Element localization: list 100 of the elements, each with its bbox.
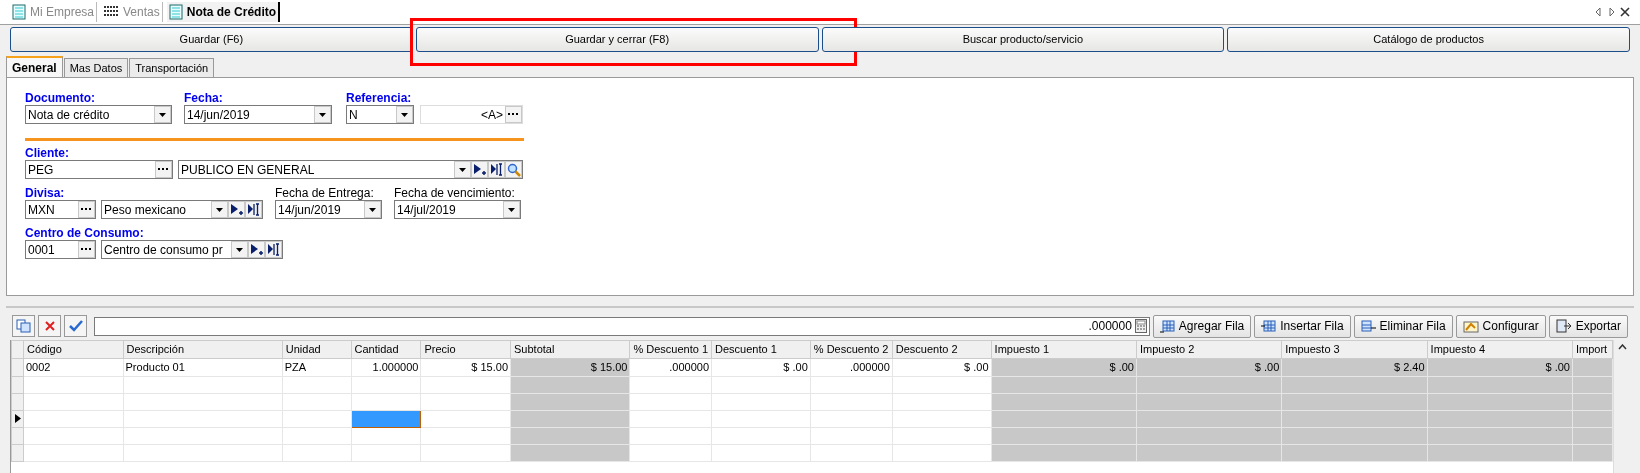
dropdown-field[interactable]: 14/jul/2019: [394, 200, 521, 219]
grid-add-icon: [1159, 319, 1175, 333]
form-icon: [12, 4, 26, 20]
dropdown-arrow-icon: [216, 207, 223, 212]
field-label: Fecha:: [184, 92, 224, 105]
column-header[interactable]: Impuesto 2: [1136, 340, 1282, 359]
ellipsis-icon: [81, 208, 92, 211]
field-label: Referencia:: [346, 92, 413, 105]
delete-button[interactable]: [38, 315, 61, 337]
confirm-button[interactable]: [64, 315, 87, 337]
column-header[interactable]: Unidad: [282, 340, 352, 359]
field-label: Documento:: [25, 92, 96, 105]
form-icon: [168, 4, 183, 20]
tab[interactable]: Transportación: [129, 58, 215, 77]
field-label: Fecha de Entrega:: [275, 187, 375, 200]
current-row-icon: [15, 414, 21, 423]
grid-toolbar-button[interactable]: Agregar Fila: [1152, 314, 1252, 338]
browse-button[interactable]: [505, 106, 522, 123]
column-header[interactable]: Código: [23, 340, 124, 359]
calculator-icon[interactable]: [1134, 319, 1147, 333]
dropdown-button[interactable]: [231, 241, 248, 258]
select-button[interactable]: [265, 241, 282, 258]
field-label: Centro de Consumo:: [25, 227, 145, 240]
search-button[interactable]: [505, 161, 522, 178]
column-header[interactable]: % Descuento 1: [629, 340, 712, 359]
action-button[interactable]: Guardar y cerrar (F8): [415, 27, 819, 52]
document-tab[interactable]: Mi Empresa: [10, 2, 97, 22]
close-icon[interactable]: [1620, 7, 1630, 17]
dropdown-field[interactable]: N: [346, 105, 414, 124]
ellipsis-icon: [81, 248, 92, 251]
column-header[interactable]: Impuesto 3: [1281, 340, 1428, 359]
consumption-center-field[interactable]: Centro de consumo pr: [101, 240, 283, 259]
scroll-left-icon[interactable]: [1594, 7, 1602, 17]
dropdown-field[interactable]: Nota de crédito: [25, 105, 172, 124]
dropdown-arrow-icon: [401, 112, 408, 117]
tab[interactable]: Mas Datos: [63, 58, 129, 77]
grid-remove-icon: [1360, 319, 1376, 333]
action-button[interactable]: Buscar producto/servicio: [821, 27, 1225, 52]
column-header[interactable]: Impuesto 1: [991, 340, 1137, 359]
select-button[interactable]: [488, 161, 505, 178]
reference-field[interactable]: <A>: [420, 105, 523, 124]
export-icon: [1555, 318, 1572, 334]
field-label: Cliente:: [25, 147, 70, 160]
browse-button[interactable]: [78, 201, 95, 218]
ellipsis-icon: [508, 113, 519, 116]
document-tab[interactable]: Nota de Crédito: [166, 2, 281, 22]
dropdown-arrow-icon: [159, 112, 166, 117]
column-header[interactable]: Import: [1572, 340, 1613, 359]
dropdown-arrow-icon: [459, 167, 466, 172]
column-header[interactable]: Descuento 2: [892, 340, 992, 359]
column-header[interactable]: Impuesto 4: [1427, 340, 1573, 359]
dropdown-button[interactable]: [211, 201, 228, 218]
column-header[interactable]: Subtotal: [510, 340, 630, 359]
select-icon: [267, 243, 280, 256]
tab[interactable]: General: [6, 56, 63, 77]
dropdown-button[interactable]: [154, 106, 171, 123]
close-icon: [44, 321, 55, 331]
copy-button[interactable]: [12, 315, 35, 337]
select-button[interactable]: [245, 201, 262, 218]
grid-insert-icon: [1261, 319, 1277, 333]
grid-toolbar-button[interactable]: Insertar Fila: [1254, 314, 1351, 338]
grid-toolbar-button[interactable]: Exportar: [1548, 314, 1628, 338]
field-label: Divisa:: [25, 187, 66, 200]
check-icon: [68, 320, 83, 332]
settings-icon: [1462, 319, 1479, 333]
column-header[interactable]: % Descuento 2: [810, 340, 893, 359]
dropdown-field[interactable]: 14/jun/2019: [275, 200, 382, 219]
dropdown-button[interactable]: [396, 106, 413, 123]
search-icon: [506, 162, 521, 177]
column-header[interactable]: Descripción: [123, 340, 283, 359]
field-label: Fecha de vencimiento:: [394, 187, 516, 200]
document-tab[interactable]: Ventas: [101, 2, 163, 22]
list-icon: [103, 5, 119, 19]
lookup-field[interactable]: MXN: [25, 200, 96, 219]
client-name-field[interactable]: PUBLICO EN GENERAL: [178, 160, 523, 179]
select-icon: [247, 203, 260, 216]
browse-button[interactable]: [155, 161, 172, 178]
column-header[interactable]: Cantidad: [351, 340, 421, 359]
dropdown-arrow-icon: [369, 207, 376, 212]
dropdown-field[interactable]: 14/jun/2019: [184, 105, 332, 124]
column-header[interactable]: Precio: [420, 340, 511, 359]
action-button[interactable]: Guardar (F6): [10, 27, 413, 52]
currency-field[interactable]: Peso mexicano: [101, 200, 263, 219]
scroll-right-icon[interactable]: [1608, 7, 1616, 17]
column-header[interactable]: Descuento 1: [711, 340, 811, 359]
dropdown-button[interactable]: [503, 201, 520, 218]
lookup-field[interactable]: 0001: [25, 240, 96, 259]
grid-toolbar-button[interactable]: Eliminar Fila: [1353, 314, 1453, 338]
value-field[interactable]: .000000: [94, 316, 1150, 336]
dropdown-arrow-icon: [236, 247, 243, 252]
browse-button[interactable]: [78, 241, 95, 258]
scrollbar[interactable]: [1613, 340, 1630, 473]
dropdown-arrow-icon: [508, 207, 515, 212]
dropdown-button[interactable]: [314, 106, 331, 123]
scroll-up-icon[interactable]: [1617, 344, 1627, 350]
dropdown-button[interactable]: [454, 161, 471, 178]
grid-toolbar-button[interactable]: Configurar: [1455, 314, 1546, 338]
dropdown-button[interactable]: [364, 201, 381, 218]
action-button[interactable]: Catálogo de productos: [1227, 27, 1630, 52]
lookup-field[interactable]: PEG: [25, 160, 173, 179]
